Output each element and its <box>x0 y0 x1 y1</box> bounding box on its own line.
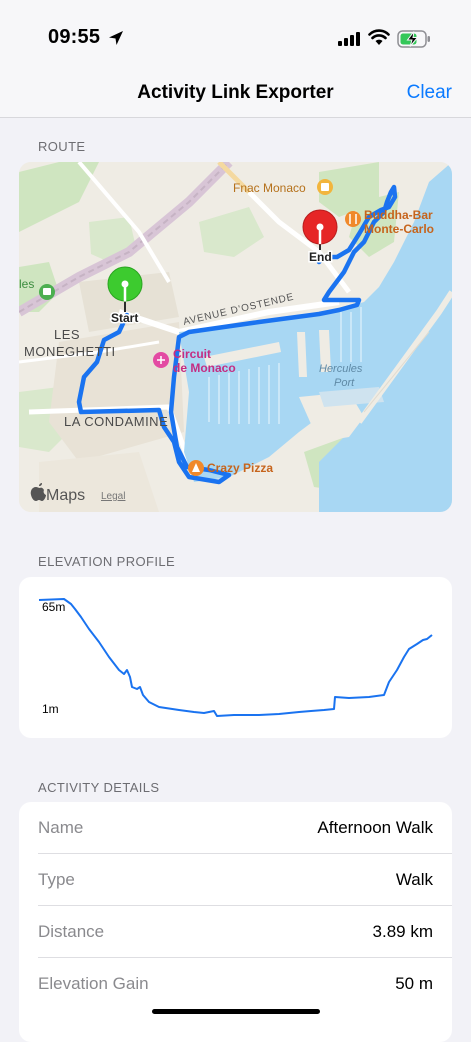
detail-row-type: Type Walk <box>38 854 452 906</box>
map-canvas: Fnac Monaco Buddha-Bar Monte-Carlo Circu… <box>19 162 452 512</box>
page-title: Activity Link Exporter <box>137 82 334 103</box>
svg-text:Crazy Pizza: Crazy Pizza <box>207 461 273 475</box>
condamine-label: LA CONDAMINE <box>64 414 168 429</box>
svg-text:de Monaco: de Monaco <box>173 361 236 375</box>
status-bar: 09:55 <box>0 0 471 70</box>
location-arrow-icon <box>109 31 123 45</box>
elevation-section-header: ELEVATION PROFILE <box>38 554 176 569</box>
les-label: LES <box>54 327 80 342</box>
detail-value: Afternoon Walk <box>317 818 433 837</box>
battery-charging-icon <box>397 30 430 48</box>
crazy-pizza-poi[interactable]: Crazy Pizza <box>188 460 273 476</box>
cellular-signal-icon <box>338 32 360 46</box>
svg-text:Port: Port <box>334 377 355 389</box>
elevation-chart: 65m 1m <box>19 577 452 738</box>
svg-text:Start: Start <box>111 311 138 325</box>
detail-value: 3.89 km <box>372 922 433 941</box>
detail-label: Elevation Gain <box>38 974 149 993</box>
svg-text:Circuit: Circuit <box>173 347 211 361</box>
svg-text:les: les <box>19 277 34 291</box>
activity-details-list: Name Afternoon Walk Type Walk Distance 3… <box>19 802 452 1042</box>
home-indicator[interactable] <box>152 1009 320 1014</box>
elevation-line <box>38 598 433 717</box>
details-section-header: ACTIVITY DETAILS <box>38 780 160 795</box>
detail-label: Type <box>38 870 75 889</box>
svg-text:End: End <box>309 250 332 264</box>
detail-row-elevation-gain: Elevation Gain 50 m <box>38 958 452 1010</box>
detail-row-distance: Distance 3.89 km <box>38 906 452 958</box>
detail-row-name: Name Afternoon Walk <box>38 802 452 854</box>
svg-text:Monte-Carlo: Monte-Carlo <box>364 222 434 236</box>
hercules-label: Hercules <box>319 363 363 375</box>
legal-link[interactable]: Legal <box>101 491 125 502</box>
svg-text:Buddha-Bar: Buddha-Bar <box>364 208 433 222</box>
route-section-header: ROUTE <box>38 139 86 154</box>
clear-button[interactable]: Clear <box>407 82 452 104</box>
status-time: 09:55 <box>48 26 101 48</box>
moneghetti-label: MONEGHETTI <box>24 344 116 359</box>
svg-text:Maps: Maps <box>46 487 85 504</box>
wifi-icon <box>368 29 390 45</box>
svg-text:Fnac Monaco: Fnac Monaco <box>233 181 306 195</box>
detail-label: Distance <box>38 922 105 941</box>
navigation-bar: Activity Link Exporter Clear <box>0 70 471 118</box>
route-map[interactable]: Fnac Monaco Buddha-Bar Monte-Carlo Circu… <box>19 162 452 512</box>
detail-value: Walk <box>395 870 433 889</box>
detail-value: 50 m <box>395 974 433 993</box>
detail-label: Name <box>38 818 84 837</box>
start-pin[interactable]: Start <box>107 266 143 327</box>
